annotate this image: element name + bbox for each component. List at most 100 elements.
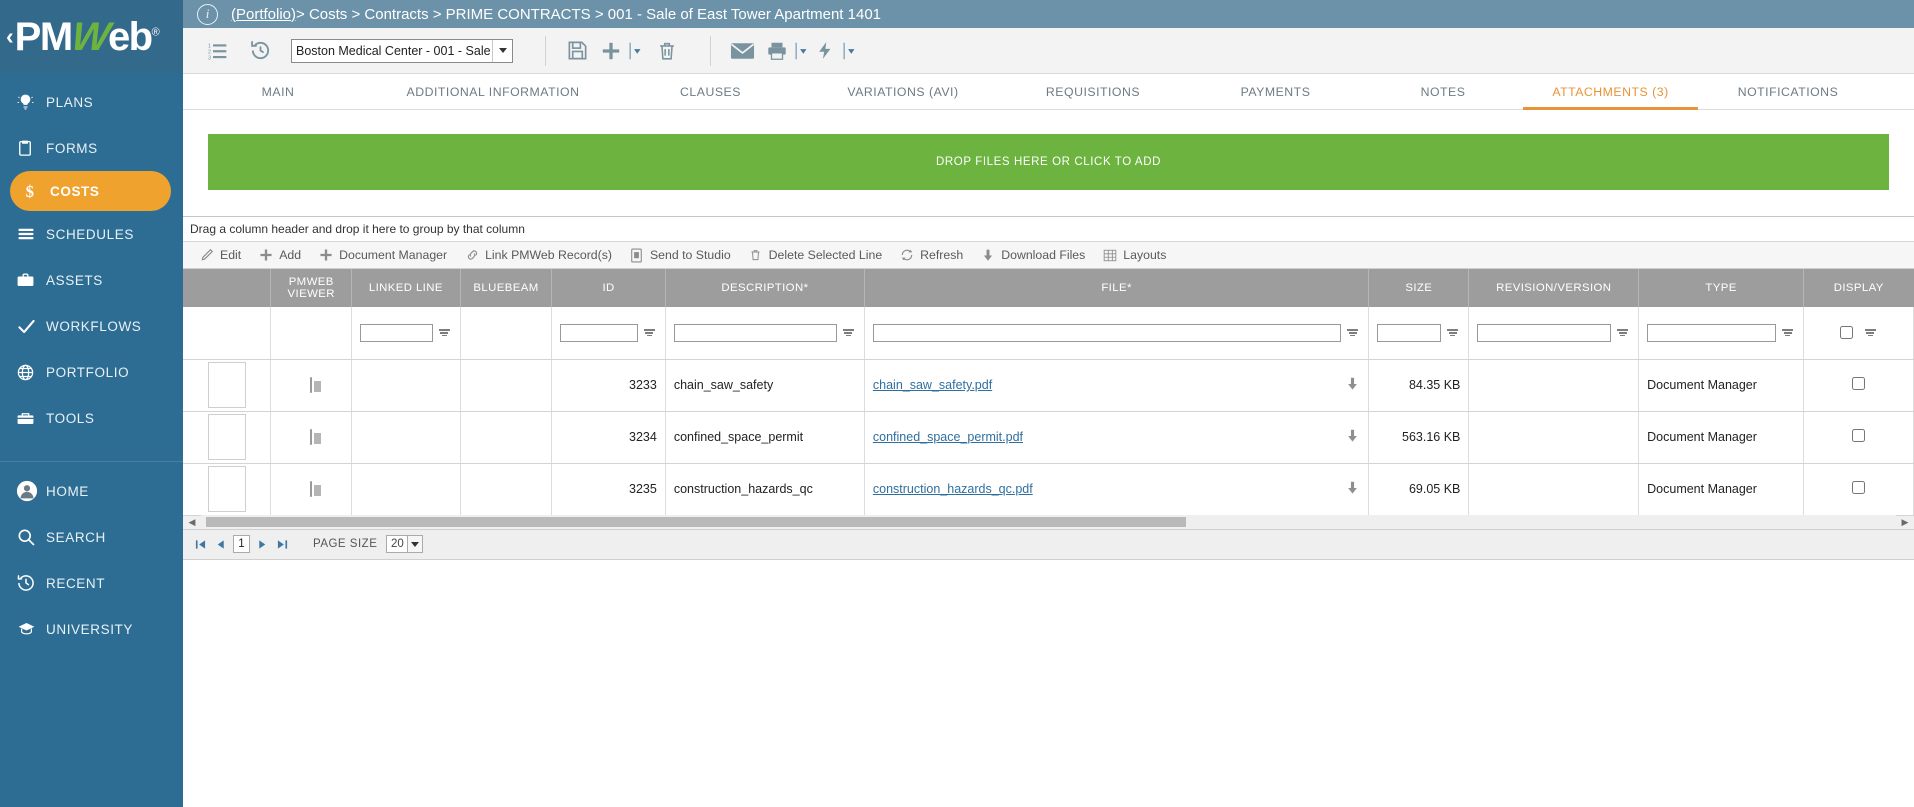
breadcrumb-portfolio-link[interactable]: (Portfolio)	[231, 6, 296, 23]
col-size[interactable]: SIZE	[1368, 269, 1470, 307]
filter-id-input[interactable]	[560, 323, 638, 342]
pmweb-viewer-icon[interactable]	[310, 377, 313, 393]
layouts-button[interactable]: Layouts	[1098, 242, 1179, 269]
scroll-thumb[interactable]	[206, 517, 1186, 527]
printer-icon[interactable]	[763, 30, 791, 72]
pmweb-viewer-icon[interactable]	[310, 429, 313, 445]
file-dropzone[interactable]: DROP FILES HERE OR CLICK TO ADD	[208, 134, 1889, 190]
table-row[interactable]: 3235 construction_hazards_qc constructio…	[183, 463, 1914, 516]
col-id[interactable]: ID	[551, 269, 666, 307]
sidebar-item-search[interactable]: SEARCH	[0, 514, 183, 560]
row-thumbnail-cell[interactable]	[183, 463, 272, 516]
refresh-button[interactable]: Refresh	[895, 242, 976, 269]
tab-clauses[interactable]: CLAUSES	[613, 74, 808, 109]
sidebar-item-assets[interactable]: ASSETS	[0, 257, 183, 303]
numbered-list-icon[interactable]: 1 2 3	[197, 30, 239, 72]
row-pmweb-viewer-cell[interactable]	[270, 411, 353, 464]
app-logo[interactable]: ‹ PMWeb®	[0, 0, 183, 73]
chevron-down-icon[interactable]	[408, 535, 424, 553]
row-pmweb-viewer-cell[interactable]	[270, 359, 353, 412]
last-page-icon[interactable]	[275, 535, 290, 553]
send-to-studio-button[interactable]: Send to Studio	[625, 242, 744, 269]
sidebar-item-university[interactable]: UNIVERSITY	[0, 606, 183, 652]
info-circle-icon[interactable]: i	[197, 3, 218, 25]
grid-horizontal-scrollbar[interactable]: ◀ ▶	[183, 515, 1914, 530]
edit-button[interactable]: Edit	[195, 242, 254, 269]
sidebar-collapse-chevron-icon[interactable]: ‹	[6, 25, 14, 48]
first-page-icon[interactable]	[193, 535, 208, 553]
save-floppy-icon[interactable]	[556, 30, 598, 72]
table-row[interactable]: 3234 confined_space_permit confined_spac…	[183, 411, 1914, 464]
download-arrow-icon[interactable]	[1345, 376, 1360, 395]
filter-size-input[interactable]	[1377, 323, 1442, 342]
sidebar-item-recent[interactable]: RECENT	[0, 560, 183, 606]
table-row[interactable]: 3233 chain_saw_safety chain_saw_safety.p…	[183, 359, 1914, 412]
row-pmweb-viewer-cell[interactable]	[270, 463, 353, 516]
filter-menu-icon[interactable]	[1863, 329, 1878, 337]
col-file[interactable]: FILE*	[864, 269, 1370, 307]
col-pmweb-viewer[interactable]: PMWEB VIEWER	[270, 269, 353, 307]
row-thumbnail-cell[interactable]	[183, 411, 272, 464]
filter-type-input[interactable]	[1647, 323, 1776, 342]
download-files-button[interactable]: Download Files	[976, 242, 1098, 269]
col-description[interactable]: DESCRIPTION*	[665, 269, 865, 307]
row-display-cell[interactable]	[1803, 463, 1914, 516]
printer-dropdown[interactable]	[791, 30, 811, 72]
document-thumbnail-icon[interactable]	[207, 466, 246, 512]
page-size-select[interactable]: 20	[386, 535, 424, 553]
file-link[interactable]: chain_saw_safety.pdf	[873, 378, 992, 392]
sidebar-item-plans[interactable]: PLANS	[0, 79, 183, 125]
sidebar-item-costs[interactable]: $ COSTS	[10, 171, 171, 211]
filter-menu-icon[interactable]	[437, 329, 452, 337]
group-by-hint[interactable]: Drag a column header and drop it here to…	[183, 217, 1914, 242]
sidebar-item-forms[interactable]: FORMS	[0, 125, 183, 171]
add-record-dropdown[interactable]	[624, 30, 646, 72]
file-link[interactable]: confined_space_permit.pdf	[873, 430, 1023, 444]
tab-main[interactable]: MAIN	[183, 74, 373, 109]
row-display-checkbox[interactable]	[1852, 377, 1865, 390]
col-thumbnail[interactable]	[183, 269, 272, 307]
sidebar-item-home[interactable]: HOME	[0, 468, 183, 514]
history-revert-icon[interactable]	[239, 30, 281, 72]
lightning-bolt-icon[interactable]	[811, 30, 839, 72]
col-type[interactable]: TYPE	[1638, 269, 1804, 307]
filter-revision-input[interactable]	[1477, 323, 1612, 342]
tab-notifications[interactable]: NOTIFICATIONS	[1698, 74, 1878, 109]
row-display-checkbox[interactable]	[1852, 481, 1865, 494]
filter-menu-icon[interactable]	[642, 329, 657, 337]
delete-selected-line-button[interactable]: Delete Selected Line	[744, 242, 895, 269]
file-link[interactable]: construction_hazards_qc.pdf	[873, 482, 1033, 496]
filter-display-checkbox[interactable]	[1839, 326, 1853, 340]
col-display[interactable]: DISPLAY	[1803, 269, 1914, 307]
download-arrow-icon[interactable]	[1345, 428, 1360, 447]
col-bluebeam[interactable]: BLUEBEAM	[460, 269, 553, 307]
workflow-dropdown[interactable]	[839, 30, 859, 72]
filter-description-input[interactable]	[673, 323, 837, 342]
filter-menu-icon[interactable]	[1780, 329, 1795, 337]
sidebar-item-schedules[interactable]: SCHEDULES	[0, 211, 183, 257]
trash-icon[interactable]	[646, 30, 688, 72]
project-select[interactable]: Boston Medical Center - 001 - Sale o	[291, 38, 513, 63]
tab-notes[interactable]: NOTES	[1363, 74, 1523, 109]
filter-file-input[interactable]	[872, 323, 1342, 342]
document-thumbnail-icon[interactable]	[207, 362, 246, 408]
tab-additional-information[interactable]: ADDITIONAL INFORMATION	[373, 74, 613, 109]
tab-attachments[interactable]: ATTACHMENTS (3)	[1523, 74, 1698, 110]
next-page-icon[interactable]	[255, 535, 270, 553]
filter-linked-line-input[interactable]	[360, 323, 433, 342]
col-revision-version[interactable]: REVISION/VERSION	[1468, 269, 1640, 307]
tab-requisitions[interactable]: REQUISITIONS	[998, 74, 1188, 109]
pmweb-viewer-icon[interactable]	[310, 481, 313, 497]
row-display-checkbox[interactable]	[1852, 429, 1865, 442]
filter-menu-icon[interactable]	[841, 329, 856, 337]
sidebar-item-workflows[interactable]: WORKFLOWS	[0, 303, 183, 349]
envelope-icon[interactable]	[721, 30, 763, 72]
scroll-track[interactable]	[201, 515, 1896, 529]
scroll-right-icon[interactable]: ▶	[1896, 517, 1914, 528]
filter-menu-icon[interactable]	[1615, 329, 1630, 337]
document-manager-button[interactable]: Document Manager	[314, 242, 460, 269]
add-button[interactable]: Add	[254, 242, 314, 269]
add-record-button[interactable]	[598, 30, 624, 72]
filter-menu-icon[interactable]	[1345, 329, 1360, 337]
download-arrow-icon[interactable]	[1345, 480, 1360, 499]
